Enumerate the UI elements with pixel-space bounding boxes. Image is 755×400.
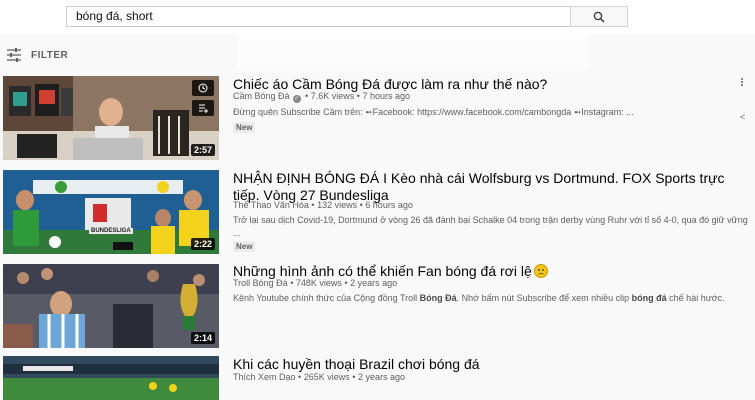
upload-age: 7 hours ago <box>362 91 410 101</box>
filter-label: FILTER <box>31 49 69 61</box>
more-vert-icon[interactable] <box>740 77 744 87</box>
channel-name[interactable]: Thích Xem Dạo <box>233 372 296 382</box>
right-scroll-edge: < <box>740 112 746 122</box>
view-count: 748K views <box>295 278 342 288</box>
description-highlight: bóng đá <box>631 293 667 303</box>
video-result[interactable]: Khi các huyền thoại Brazil chơi bóng đá … <box>0 356 755 400</box>
video-thumbnail[interactable]: 2:14 <box>3 264 219 348</box>
meta-separator: • <box>356 91 360 101</box>
search-button[interactable] <box>570 6 628 27</box>
thumbnail-image <box>3 264 219 348</box>
description-text: Kênh Youtube chính thức của Cộng đồng Tr… <box>233 293 420 303</box>
video-result[interactable]: 2:14 Những hình ảnh có thể khiến Fan bón… <box>0 263 755 350</box>
filter-icon <box>7 48 21 62</box>
meta-separator: • <box>352 372 356 382</box>
description-text: . Nhớ bấm nút Subscribe để xem nhiều cli… <box>456 293 632 303</box>
channel-name[interactable]: Thể Thao Văn Hóa <box>233 200 309 210</box>
video-title[interactable]: Khi các huyền thoại Brazil chơi bóng đá <box>233 356 733 373</box>
video-result[interactable]: BUNDESLIGA 2:22 NHẬN ĐỊNH BÓNG ĐÁ I Kèo … <box>0 170 755 256</box>
upload-age: 2 years ago <box>357 372 405 382</box>
crying-emoji-icon <box>533 264 548 278</box>
filter-button[interactable]: FILTER <box>0 40 68 70</box>
video-description: Trở lại sau dịch Covid-19, Dortmund ở vò… <box>233 215 748 238</box>
video-title[interactable]: NHẬN ĐỊNH BÓNG ĐÁ I Kèo nhà cái Wolfsbur… <box>233 170 733 204</box>
channel-name[interactable]: Cầm Bóng Đá <box>233 91 290 101</box>
description-highlight: Bóng Đá <box>419 293 457 303</box>
description-text: chế hài hước. <box>666 293 725 303</box>
thumbnail-text: BUNDESLIGA <box>89 228 133 234</box>
verified-icon: ✓ <box>292 95 301 103</box>
video-duration: 2:22 <box>190 238 215 250</box>
upload-age: 6 hours ago <box>365 200 413 210</box>
video-thumbnail[interactable]: 2:57 <box>3 76 219 160</box>
view-count: 265K views <box>303 372 350 382</box>
masthead: bóng đá, short <box>0 0 755 34</box>
meta-separator: • <box>311 200 315 210</box>
video-duration: 2:57 <box>190 144 215 156</box>
overlay-patch <box>238 34 588 70</box>
thumbnail-image <box>3 76 219 160</box>
video-title-text: Những hình ảnh có thể khiến Fan bóng đá … <box>233 263 532 279</box>
meta-separator: • <box>290 278 294 288</box>
meta-separator: • <box>359 200 363 210</box>
meta-separator: • <box>298 372 302 382</box>
new-badge: New <box>233 122 256 133</box>
search-input[interactable]: bóng đá, short <box>66 6 571 27</box>
video-result[interactable]: 2:57 Chiếc áo Cầm Bóng Đá được làm ra nh… <box>0 76 755 164</box>
channel-name[interactable]: Troll Bóng Đá <box>233 278 288 288</box>
video-thumbnail[interactable]: BUNDESLIGA 2:22 <box>3 170 219 254</box>
upload-age: 2 years ago <box>350 278 398 288</box>
view-count: 132 views <box>317 200 358 210</box>
video-duration: 2:14 <box>190 332 215 344</box>
video-meta: Troll Bóng Đá • 748K views • 2 years ago <box>233 278 397 288</box>
video-meta: Thể Thao Văn Hóa • 132 views • 6 hours a… <box>233 200 413 210</box>
add-to-queue-icon[interactable] <box>192 100 214 116</box>
watch-later-icon[interactable] <box>192 80 214 96</box>
video-thumbnail[interactable] <box>3 356 219 400</box>
video-meta: Cầm Bóng Đá ✓ • 7.6K views • 7 hours ago <box>233 91 410 103</box>
new-badge: New <box>233 241 256 252</box>
video-meta: Thích Xem Dạo • 265K views • 2 years ago <box>233 372 405 382</box>
view-count: 7.6K views <box>310 91 355 101</box>
thumbnail-image <box>3 356 219 400</box>
video-description: Đừng quên Subscribe Cầm trên: ➻Facebook:… <box>233 107 634 117</box>
meta-separator: • <box>305 91 309 101</box>
search-icon <box>593 11 605 22</box>
meta-separator: • <box>344 278 348 288</box>
thumbnail-image <box>3 170 219 254</box>
video-description: Kênh Youtube chính thức của Cộng đồng Tr… <box>233 292 753 305</box>
